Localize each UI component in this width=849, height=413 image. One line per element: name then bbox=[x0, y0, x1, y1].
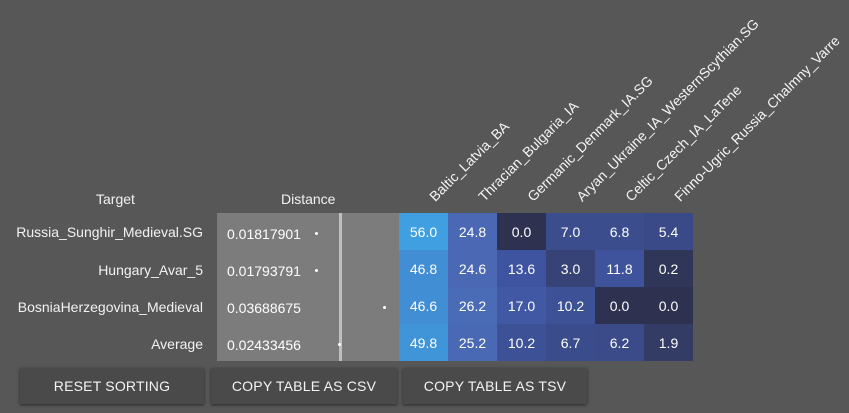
value-cell: 11.8 bbox=[595, 250, 644, 287]
distance-value: 0.01817901 bbox=[227, 226, 301, 242]
copy-csv-button[interactable]: COPY TABLE AS CSV bbox=[211, 368, 397, 404]
row-label-target: Average bbox=[151, 336, 203, 352]
value-cell: 26.2 bbox=[448, 287, 497, 324]
column-header-aryan[interactable]: Aryan_Ukraine_IA_WesternScythian.SG bbox=[573, 15, 762, 204]
distance-marker-dot bbox=[315, 232, 318, 235]
value-cell: 0.0 bbox=[644, 287, 693, 324]
reset-sorting-button[interactable]: RESET SORTING bbox=[20, 368, 204, 404]
value-cell: 56.0 bbox=[399, 213, 448, 250]
distance-table-view: Baltic_Latvia_BA Thracian_Bulgaria_IA Ge… bbox=[0, 0, 849, 413]
value-cell: 24.6 bbox=[448, 250, 497, 287]
value-cell: 3.0 bbox=[546, 250, 595, 287]
row-label-target: Hungary_Avar_5 bbox=[98, 262, 203, 278]
distance-marker-dot bbox=[383, 306, 386, 309]
value-cell: 10.2 bbox=[497, 324, 546, 361]
copy-tsv-button[interactable]: COPY TABLE AS TSV bbox=[403, 368, 587, 404]
distance-value: 0.01793791 bbox=[227, 263, 301, 279]
row-label-target: BosniaHerzegovina_Medieval bbox=[17, 299, 203, 315]
value-cell: 7.0 bbox=[546, 213, 595, 250]
value-cell: 13.6 bbox=[497, 250, 546, 287]
value-cell: 49.8 bbox=[399, 324, 448, 361]
distance-marker-dot bbox=[315, 269, 318, 272]
distance-value: 0.02433456 bbox=[227, 337, 301, 353]
target-column-header[interactable]: Target bbox=[96, 191, 135, 207]
distance-reference-line bbox=[339, 213, 342, 361]
value-cell: 24.8 bbox=[448, 213, 497, 250]
value-cell: 46.6 bbox=[399, 287, 448, 324]
value-cell: 5.4 bbox=[644, 213, 693, 250]
value-cell: 10.2 bbox=[546, 287, 595, 324]
value-cell: 25.2 bbox=[448, 324, 497, 361]
value-cell: 17.0 bbox=[497, 287, 546, 324]
value-cell: 0.0 bbox=[497, 213, 546, 250]
distance-value: 0.03688675 bbox=[227, 300, 301, 316]
value-cell: 6.7 bbox=[546, 324, 595, 361]
value-cell: 0.2 bbox=[644, 250, 693, 287]
distance-marker-dot bbox=[338, 343, 341, 346]
value-cell: 0.0 bbox=[595, 287, 644, 324]
value-cell: 1.9 bbox=[644, 324, 693, 361]
value-cell: 6.8 bbox=[595, 213, 644, 250]
row-label-target: Russia_Sunghir_Medieval.SG bbox=[16, 224, 203, 240]
distance-column-header[interactable]: Distance bbox=[281, 191, 335, 207]
value-cell: 46.8 bbox=[399, 250, 448, 287]
value-cell: 6.2 bbox=[595, 324, 644, 361]
